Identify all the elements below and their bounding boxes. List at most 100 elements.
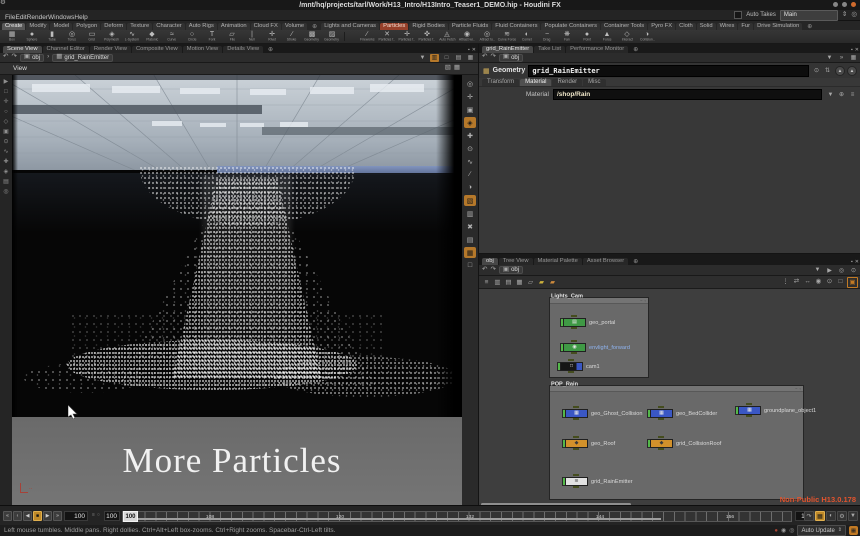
pane-tab[interactable]: Details View xyxy=(223,46,263,53)
transport-button[interactable]: ▶ xyxy=(43,511,52,521)
node-output-connector[interactable] xyxy=(746,415,752,417)
folder-tab[interactable]: Transform xyxy=(482,79,519,86)
frame-cursor[interactable]: 100 xyxy=(123,511,138,522)
shelf-tab[interactable]: Cloud FX xyxy=(251,23,281,30)
transport-button[interactable]: ◀ xyxy=(23,511,32,521)
pane-tab[interactable]: grid_RainEmitter xyxy=(482,46,533,53)
transport-button[interactable]: « xyxy=(3,511,12,521)
memory-indicator[interactable]: ▦ xyxy=(849,526,858,535)
network-toolbar-icon[interactable]: ▦ xyxy=(515,278,524,287)
network-toolbar-icon[interactable]: ▣ xyxy=(847,277,858,288)
node-body[interactable]: ≋ xyxy=(565,477,588,486)
param-header-icon[interactable]: ⇅ xyxy=(823,67,832,75)
path-forward-icon[interactable]: ↷ xyxy=(490,54,495,61)
viewport-tool-icon[interactable]: □ xyxy=(464,260,476,271)
network-toolbar-icon[interactable]: ↔ xyxy=(803,277,812,286)
shelf-tab[interactable]: Deform xyxy=(101,23,126,30)
shelf-tab[interactable]: Model xyxy=(50,23,72,30)
shelf-tab[interactable]: Auto Rigs xyxy=(186,23,217,30)
viewport-tool-icon[interactable]: ▶ xyxy=(4,78,9,86)
viewport-tool-icon[interactable]: ▧ xyxy=(464,195,476,206)
shelf-tool[interactable]: ◇ Interact xyxy=(617,30,637,43)
network-node[interactable]: ▤ geo_portal xyxy=(560,317,632,327)
network-toolbar-icon[interactable]: ▱ xyxy=(526,278,535,287)
viewport-tool-icon[interactable]: ◇ xyxy=(4,118,9,126)
path-root-chip[interactable]: ▣ obj xyxy=(20,54,44,62)
shelf-tool[interactable]: ✜ Particles f.. xyxy=(417,30,437,43)
viewport-tool-icon[interactable]: ◑ xyxy=(464,182,476,193)
pane-tab[interactable]: Asset Browser xyxy=(583,258,628,265)
viewport-tool-icon[interactable]: ◈ xyxy=(4,168,9,176)
shelf-tab[interactable]: Rigid Bodies xyxy=(409,23,448,30)
shelf-tool[interactable]: ≋ Curve Force xyxy=(497,30,517,43)
shelf-tab[interactable]: Character xyxy=(153,23,184,30)
viewport-tool-icon[interactable]: □ xyxy=(4,88,8,96)
shelf-tool[interactable]: ▦ Box xyxy=(2,30,22,43)
pane-tab[interactable]: Render View xyxy=(90,46,131,53)
current-frame-field[interactable]: 100 xyxy=(64,511,88,521)
network-toolbar-icon[interactable]: ⋮ xyxy=(781,277,790,286)
shelf-tool[interactable]: ▱ File xyxy=(222,30,242,43)
shelf-tool[interactable]: ✛ Particles f.. xyxy=(397,30,417,43)
shelf-tab[interactable]: Create xyxy=(2,23,25,30)
node-output-connector[interactable] xyxy=(573,448,579,450)
playbar-option-icon[interactable]: ↷ xyxy=(804,511,814,521)
pane-tab[interactable]: Material Palette xyxy=(534,258,582,265)
node-body[interactable]: ◆ xyxy=(650,439,673,448)
viewport-tool-icon[interactable]: ∿ xyxy=(3,148,8,156)
network-node[interactable]: ◆ grid_CollisionRoof xyxy=(647,438,749,448)
viewport-tool-icon[interactable]: ▥ xyxy=(464,208,476,219)
pane-tab[interactable]: Channel Editor xyxy=(43,46,89,53)
node-output-connector[interactable] xyxy=(571,352,577,354)
viewport-tool-icon[interactable]: ▦ xyxy=(464,247,476,258)
menu-item[interactable]: Render xyxy=(27,14,48,21)
shelf-tool[interactable]: ◬ Auto Fetch xyxy=(437,30,457,43)
network-toolbar-icon[interactable]: ▤ xyxy=(504,278,513,287)
path-back-icon[interactable]: ↶ xyxy=(482,267,487,274)
viewport-tool-icon[interactable]: ◎ xyxy=(3,188,8,196)
path-forward-icon[interactable]: ↷ xyxy=(11,54,16,61)
playbar-option-icon[interactable]: ⚙ xyxy=(837,511,847,521)
shelf-tool[interactable]: ▭ Grid xyxy=(82,30,102,43)
path-root-chip[interactable]: ▣ obj xyxy=(499,266,523,274)
material-row-icon[interactable]: ≡ xyxy=(848,91,857,99)
material-input[interactable]: /shop/Rain xyxy=(553,89,822,100)
shelf-tool[interactable]: ● Sphere xyxy=(22,30,42,43)
node-output-connector[interactable] xyxy=(658,448,664,450)
network-toolbar-icon[interactable]: □ xyxy=(836,277,845,286)
auto-takes-checkbox[interactable] xyxy=(734,11,742,19)
material-row-icon[interactable]: ⊕ xyxy=(837,91,846,99)
shelf-tab[interactable]: Particles xyxy=(380,23,408,30)
view-menu[interactable]: View xyxy=(13,65,27,72)
path-forward-icon[interactable]: ↷ xyxy=(490,267,495,274)
shelf-gear-icon[interactable]: ⚙ xyxy=(0,0,6,7)
network-canvas[interactable]: Lights_Cam −▫ ▤ geo_portal ◉ envlig xyxy=(479,289,860,506)
network-node[interactable]: ◆ geo_Roof xyxy=(562,438,630,448)
shelf-tab[interactable]: Drive Simulation xyxy=(754,23,802,30)
take-spinner-icon[interactable]: ⇕ xyxy=(842,12,847,19)
viewport-tool-icon[interactable]: ◈ xyxy=(464,117,476,128)
shelf-tool[interactable]: ∕ Fireworks xyxy=(357,30,377,43)
shelf-tab[interactable]: Fur xyxy=(738,23,753,30)
notification-icon[interactable]: ◎ xyxy=(851,12,857,19)
shelf-tool[interactable]: ◈ Polymesh xyxy=(102,30,122,43)
viewport-tool-icon[interactable]: ▣ xyxy=(3,128,9,136)
network-box-titlebar[interactable]: −▫ xyxy=(550,386,803,392)
transport-button[interactable]: ‹ xyxy=(13,511,22,521)
status-icon[interactable]: ◎ xyxy=(789,527,794,534)
menu-item[interactable]: Windows xyxy=(48,14,74,21)
path-bar-icon[interactable]: ▼ xyxy=(418,54,427,62)
viewport-tool-icon[interactable]: ✛ xyxy=(3,98,8,106)
shelf-tool[interactable]: ◐ Comet xyxy=(517,30,537,43)
menu-item[interactable]: Help xyxy=(74,14,87,21)
viewport-tool-icon[interactable]: ✖ xyxy=(464,221,476,232)
pane-tab[interactable]: obj xyxy=(482,258,498,265)
shelf-tool[interactable]: ◑ Collision.. xyxy=(637,30,657,43)
add-pane-tab-icon[interactable]: ⊕ xyxy=(268,46,273,53)
take-selector[interactable]: Main xyxy=(780,10,838,21)
node-output-connector[interactable] xyxy=(573,418,579,420)
path-back-icon[interactable]: ↶ xyxy=(482,54,487,61)
param-header-button[interactable]: ▲ xyxy=(835,66,845,76)
shelf-tool[interactable]: ✕ Particles f.. xyxy=(377,30,397,43)
pane-tab[interactable]: Motion View xyxy=(183,46,222,53)
